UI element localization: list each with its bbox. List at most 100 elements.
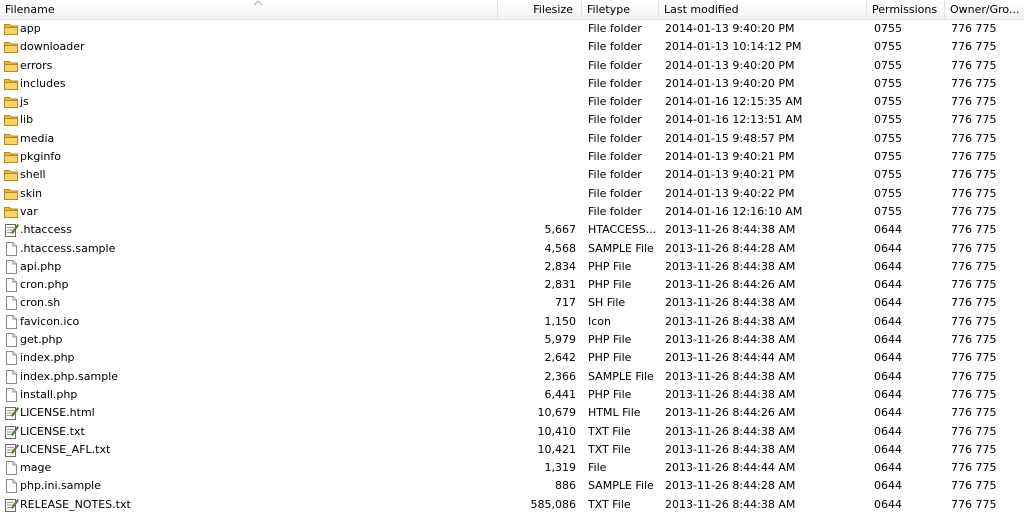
sort-ascending-icon <box>253 0 263 6</box>
folder-row[interactable]: pkginfo File folder 2014-01-13 9:40:21 PM 0… <box>0 148 1024 166</box>
file-row[interactable]: LICENSE.txt 10,410 TXT File 2013-11-26 8:44… <box>0 423 1024 441</box>
filetype-cell: PHP File <box>588 351 632 365</box>
owner-group-cell: 776 775 <box>951 351 997 365</box>
filename-cell: .htaccess <box>3 221 528 239</box>
filename-label: lib <box>20 113 34 127</box>
folder-row[interactable]: app File folder 2014-01-13 9:40:20 PM 0755 7… <box>0 20 1024 38</box>
last-modified-cell: 2014-01-13 9:40:21 PM <box>665 168 795 182</box>
last-modified-cell: 2014-01-13 9:40:20 PM <box>665 58 795 72</box>
permissions-cell: 0755 <box>874 204 902 218</box>
permissions-cell: 0644 <box>874 333 902 347</box>
folder-row[interactable]: var File folder 2014-01-16 12:16:10 AM 0755… <box>0 203 1024 221</box>
column-header-filetype[interactable]: Filetype <box>582 0 659 19</box>
filename-cell: cron.sh <box>3 294 528 312</box>
owner-group-cell: 776 775 <box>951 259 997 273</box>
column-header-filename[interactable]: Filename <box>0 0 498 19</box>
permissions-cell: 0755 <box>874 186 902 200</box>
filetype-cell: TXT File <box>588 442 631 456</box>
file-row[interactable]: cron.php 2,831 PHP File 2013-11-26 8:44:26 … <box>0 276 1024 294</box>
file-icon <box>3 332 19 348</box>
filename-label: errors <box>20 58 53 72</box>
filetype-cell: File <box>588 461 607 475</box>
folder-row[interactable]: downloader File folder 2014-01-13 10:14:12… <box>0 38 1024 56</box>
folder-row[interactable]: js File folder 2014-01-16 12:15:35 AM 0755 7… <box>0 93 1024 111</box>
filename-cell: install.php <box>3 386 528 404</box>
folder-icon <box>3 186 19 202</box>
folder-icon <box>3 58 19 74</box>
file-row[interactable]: .htaccess 5,667 HTACCESS... 2013-11-26 8:44… <box>0 221 1024 239</box>
owner-group-cell: 776 775 <box>951 497 997 511</box>
last-modified-cell: 2013-11-26 8:44:38 AM <box>665 223 796 237</box>
filesize-cell <box>500 185 576 203</box>
permissions-cell: 0644 <box>874 369 902 383</box>
last-modified-cell: 2013-11-26 8:44:38 AM <box>665 333 796 347</box>
folder-row[interactable]: lib File folder 2014-01-16 12:13:51 AM 0755… <box>0 111 1024 129</box>
file-row[interactable]: index.php 2,642 PHP File 2013-11-26 8:44:44… <box>0 349 1024 367</box>
permissions-cell: 0644 <box>874 259 902 273</box>
file-icon <box>3 460 19 476</box>
last-modified-cell: 2013-11-26 8:44:26 AM <box>665 278 796 292</box>
folder-row[interactable]: shell File folder 2014-01-13 9:40:21 PM 075… <box>0 166 1024 184</box>
filename-cell: js <box>3 93 528 111</box>
filename-label: shell <box>20 168 46 182</box>
last-modified-cell: 2013-11-26 8:44:38 AM <box>665 442 796 456</box>
column-header-filetype-label: Filetype <box>587 3 630 16</box>
last-modified-cell: 2014-01-13 9:40:20 PM <box>665 76 795 90</box>
column-header-bar: Filename Filesize Filetype Last modified… <box>0 0 1024 20</box>
filesize-cell: 10,410 <box>537 424 577 438</box>
file-row[interactable]: LICENSE.html 10,679 HTML File 2013-11-26 8:… <box>0 404 1024 422</box>
file-row[interactable]: index.php.sample 2,366 SAMPLE File 2013-11-… <box>0 368 1024 386</box>
filename-cell: skin <box>3 185 528 203</box>
filetype-cell: PHP File <box>588 278 632 292</box>
folder-row[interactable]: media File folder 2014-01-15 9:48:57 PM 075… <box>0 130 1024 148</box>
filename-label: cron.sh <box>20 296 61 310</box>
filename-label: var <box>20 204 38 218</box>
column-header-last-modified[interactable]: Last modified <box>659 0 867 19</box>
permissions-cell: 0644 <box>874 223 902 237</box>
permissions-cell: 0644 <box>874 387 902 401</box>
file-row[interactable]: cron.sh 717 SH File 2013-11-26 8:44:38 AM 06… <box>0 294 1024 312</box>
folder-icon <box>3 39 19 55</box>
column-header-filesize[interactable]: Filesize <box>498 0 582 19</box>
last-modified-cell: 2014-01-16 12:16:10 AM <box>665 204 803 218</box>
filetype-cell: SAMPLE File <box>588 369 654 383</box>
file-icon <box>3 478 19 494</box>
last-modified-cell: 2013-11-26 8:44:38 AM <box>665 424 796 438</box>
file-row[interactable]: api.php 2,834 PHP File 2013-11-26 8:44:38 A… <box>0 258 1024 276</box>
permissions-cell: 0755 <box>874 22 902 35</box>
filetype-cell: File folder <box>588 150 642 164</box>
file-row[interactable]: mage 1,319 File 2013-11-26 8:44:44 AM 0644 77… <box>0 459 1024 477</box>
file-row[interactable]: php.ini.sample 886 SAMPLE File 2013-11-26 8… <box>0 477 1024 495</box>
file-row[interactable]: RELEASE_NOTES.txt 585,086 TXT File 2013-11-… <box>0 496 1024 514</box>
filesize-cell: 10,421 <box>537 442 577 456</box>
filetype-cell: TXT File <box>588 424 631 438</box>
folder-row[interactable]: skin File folder 2014-01-13 9:40:22 PM 0755… <box>0 185 1024 203</box>
file-list-view[interactable]: Filename Filesize Filetype Last modified… <box>0 0 1024 522</box>
owner-group-cell: 776 775 <box>951 40 997 54</box>
folder-row[interactable]: errors File folder 2014-01-13 9:40:20 PM 07… <box>0 57 1024 75</box>
file-row[interactable]: favicon.ico 1,150 Icon 2013-11-26 8:44:38 A… <box>0 313 1024 331</box>
owner-group-cell: 776 775 <box>951 113 997 127</box>
column-header-permissions[interactable]: Permissions <box>867 0 945 19</box>
text-file-icon <box>3 222 19 238</box>
column-header-owner-group[interactable]: Owner/Gro... <box>945 0 1024 19</box>
file-row[interactable]: install.php 6,441 PHP File 2013-11-26 8:44:… <box>0 386 1024 404</box>
filename-label: pkginfo <box>20 150 61 164</box>
filesize-cell <box>500 20 576 38</box>
last-modified-cell: 2013-11-26 8:44:38 AM <box>665 369 796 383</box>
filename-label: skin <box>20 186 43 200</box>
owner-group-cell: 776 775 <box>951 424 997 438</box>
filesize-cell: 5,667 <box>544 223 577 237</box>
filename-label: RELEASE_NOTES.txt <box>20 497 131 511</box>
last-modified-cell: 2013-11-26 8:44:38 AM <box>665 314 796 328</box>
permissions-cell: 0755 <box>874 76 902 90</box>
owner-group-cell: 776 775 <box>951 442 997 456</box>
filename-label: index.php.sample <box>20 369 119 383</box>
file-row[interactable]: get.php 5,979 PHP File 2013-11-26 8:44:38 A… <box>0 331 1024 349</box>
filetype-cell: File folder <box>588 113 642 127</box>
file-row[interactable]: .htaccess.sample 4,568 SAMPLE File 2013-11-… <box>0 240 1024 258</box>
file-row[interactable]: LICENSE_AFL.txt 10,421 TXT File 2013-11-26 … <box>0 441 1024 459</box>
last-modified-cell: 2013-11-26 8:44:38 AM <box>665 259 796 273</box>
folder-row[interactable]: includes File folder 2014-01-13 9:40:20 PM… <box>0 75 1024 93</box>
filetype-cell: TXT File <box>588 497 631 511</box>
